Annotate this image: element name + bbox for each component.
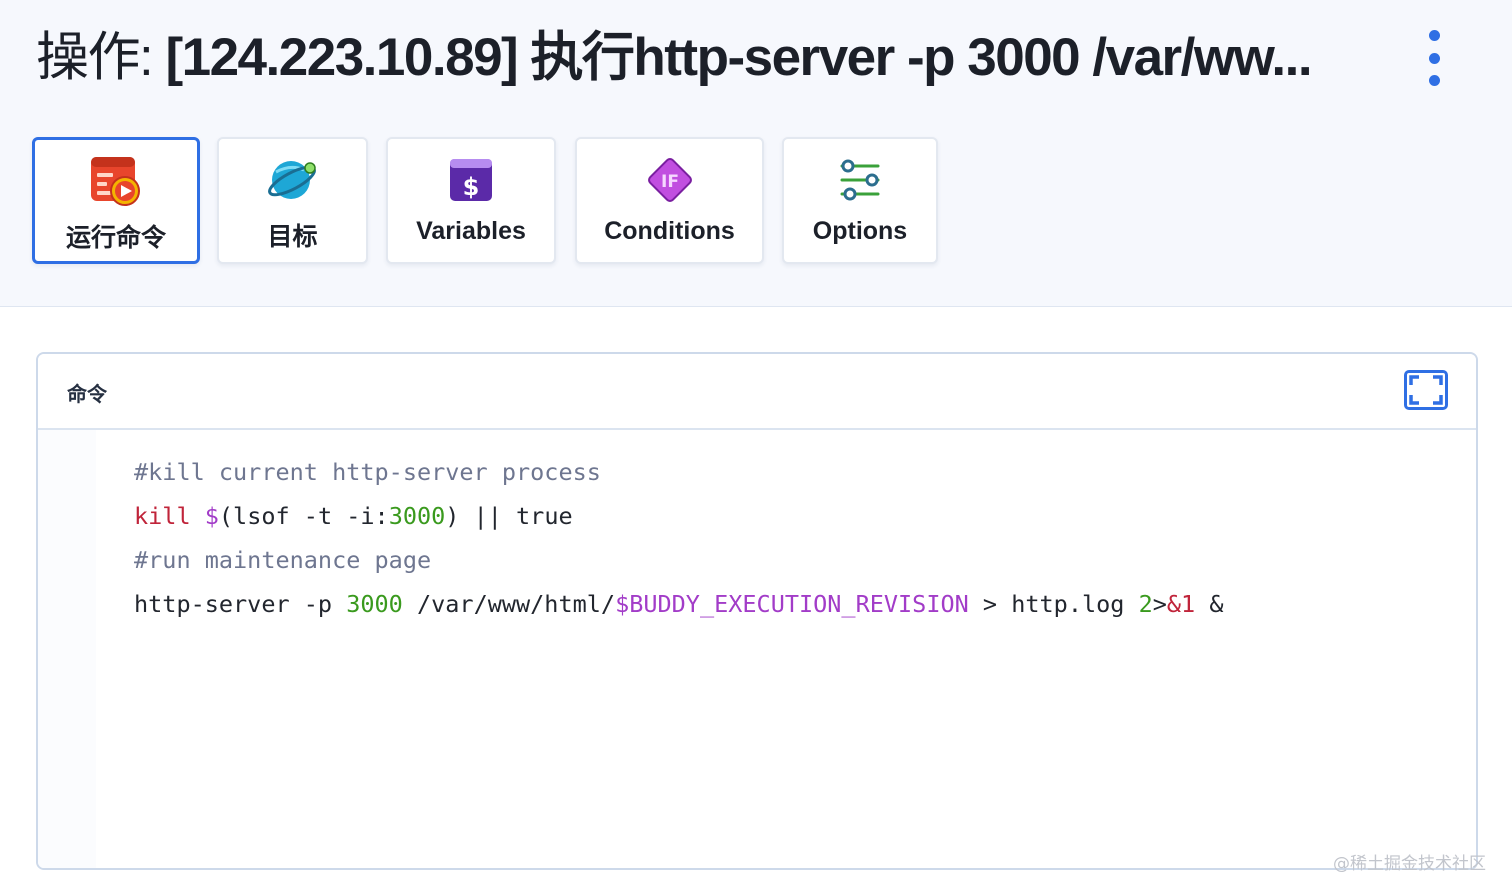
code-line-4: http-server -p 3000 /var/www/html/$BUDDY… [134,582,1223,626]
code-editor[interactable]: #kill current http-server process kill $… [134,450,1223,626]
tab-label: Conditions [604,217,735,245]
tab-target[interactable]: 目标 [217,137,368,264]
run-command-icon [89,155,143,207]
panel-header: 命令 [38,354,1476,430]
svg-text:$: $ [463,173,480,201]
tab-label: 目标 [267,223,318,251]
tab-label: 运行命令 [65,224,166,252]
code-text: > http.log [968,590,1139,618]
command-panel: 命令 #kill current http-server process kil… [36,352,1478,870]
title-prefix: 操作: [36,28,166,87]
code-number: 3000 [346,590,403,618]
code-line-1: #kill current http-server process [134,458,601,486]
title-main: [124.223.10.89] 执行http-server -p 3000 /v… [165,28,1312,87]
code-line-3: #run maintenance page [134,546,432,574]
page-title: 操作: [124.223.10.89] 执行http-server -p 300… [36,24,1366,92]
svg-text:IF: IF [661,172,679,192]
panel-title: 命令 [67,384,107,406]
if-diamond-icon: IF [644,154,696,206]
header: 操作: [124.223.10.89] 执行http-server -p 300… [0,0,1512,307]
tab-options[interactable]: Options [782,137,938,264]
code-text: > [1152,590,1167,618]
code-line-2: kill $(lsof -t -i:3000) || true [134,494,1223,538]
more-options-icon[interactable] [1418,30,1450,86]
tab-label: Options [812,217,908,245]
watermark: @稀土掘金技术社区 [1333,854,1486,874]
dollar-variables-icon: $ [447,154,495,206]
planet-target-icon [266,154,320,206]
code-number: 2 [1138,590,1153,618]
code-number: 3000 [388,502,446,530]
code-keyword: kill [134,502,191,530]
code-text: /var/www/html/ [402,590,616,618]
tab-conditions[interactable]: IF Conditions [575,137,764,264]
fullscreen-icon [1409,375,1443,405]
sliders-options-icon [836,154,884,206]
code-dollar: $ [204,502,219,530]
code-text: (lsof -t -i: [218,502,389,530]
tab-label: Variables [416,217,526,245]
code-ref: &1 [1166,590,1196,618]
code-text: ) || true [445,502,573,530]
fullscreen-button[interactable] [1404,370,1448,410]
tab-run-command[interactable]: 运行命令 [32,137,200,264]
code-text: & [1195,590,1224,618]
editor-gutter [38,430,96,868]
code-variable: $BUDDY_EXECUTION_REVISION [615,590,969,618]
code-text: http-server -p [134,590,347,618]
tab-variables[interactable]: $ Variables [386,137,556,264]
